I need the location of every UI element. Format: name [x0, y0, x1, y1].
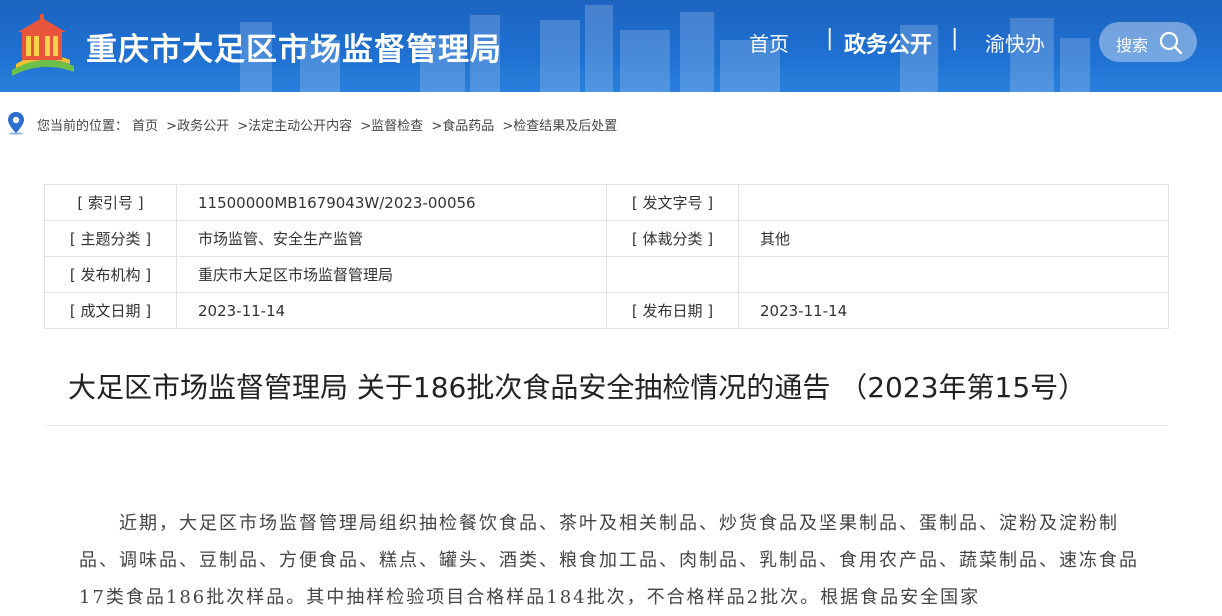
meta-key: [ 主题分类 ] [44, 220, 177, 257]
meta-key: [ 索引号 ] [44, 184, 177, 221]
meta-value: 重庆市大足区市场监督管理局 [176, 256, 607, 293]
breadcrumb-item-gov[interactable]: >政务公开 [166, 119, 229, 134]
meta-key: [ 发文字号 ] [606, 184, 739, 221]
meta-key: [ 成文日期 ] [44, 292, 177, 329]
table-row: [ 发布机构 ] 重庆市大足区市场监督管理局 [44, 256, 1169, 293]
document-body-paragraph: 近期，大足区市场监督管理局组织抽检餐饮食品、茶叶及相关制品、炒货食品及坚果制品、… [79, 513, 1139, 608]
search-button[interactable]: 搜索 [1099, 22, 1197, 62]
meta-key [606, 256, 739, 293]
meta-key: [ 发布机构 ] [44, 256, 177, 293]
breadcrumb: 您当前的位置： 首页 >政务公开 >法定主动公开内容 >监督检查 >食品药品 >检… [0, 108, 1222, 138]
breadcrumb-trail: 您当前的位置： 首页 >政务公开 >法定主动公开内容 >监督检查 >食品药品 >检… [37, 115, 621, 134]
meta-key: [ 体裁分类 ] [606, 220, 739, 257]
nav-gov-affairs-link[interactable]: 政务公开 [844, 27, 932, 58]
site-header: 重庆市大足区市场监督管理局 首页 | 政务公开 | 渝快办 搜索 [0, 0, 1222, 92]
nav-separator: | [951, 26, 959, 51]
title-divider [46, 425, 1167, 426]
breadcrumb-prefix: 您当前的位置： [37, 119, 129, 134]
breadcrumb-item-food-drug[interactable]: >食品药品 [431, 119, 494, 134]
nav-separator: | [826, 26, 834, 51]
breadcrumb-item-results[interactable]: >检查结果及后处置 [502, 119, 617, 134]
document-meta-table: [ 索引号 ] 11500000MB1679043W/2023-00056 [ … [44, 184, 1169, 329]
meta-value: 11500000MB1679043W/2023-00056 [176, 184, 607, 221]
document-title: 大足区市场监督管理局 关于186批次食品安全抽检情况的通告 （2023年第15号… [68, 371, 1087, 404]
meta-value [738, 256, 1169, 293]
meta-value [738, 184, 1169, 221]
breadcrumb-item-home[interactable]: 首页 [132, 119, 158, 134]
meta-value: 2023-11-14 [738, 292, 1169, 329]
nav-home-link[interactable]: 首页 [749, 28, 789, 58]
search-label: 搜索 [1116, 36, 1149, 55]
search-icon [1159, 31, 1183, 55]
table-row: [ 索引号 ] 11500000MB1679043W/2023-00056 [ … [44, 184, 1169, 221]
breadcrumb-item-supervision[interactable]: >监督检查 [360, 119, 423, 134]
nav-yukuaiban-link[interactable]: 渝快办 [985, 28, 1045, 58]
table-row: [ 成文日期 ] 2023-11-14 [ 发布日期 ] 2023-11-14 [44, 292, 1169, 329]
meta-value: 市场监管、安全生产监管 [176, 220, 607, 257]
table-row: [ 主题分类 ] 市场监管、安全生产监管 [ 体裁分类 ] 其他 [44, 220, 1169, 257]
breadcrumb-item-legal[interactable]: >法定主动公开内容 [237, 119, 352, 134]
meta-value: 其他 [738, 220, 1169, 257]
site-logo[interactable] [8, 12, 76, 78]
site-title[interactable]: 重庆市大足区市场监督管理局 [86, 24, 502, 69]
location-pin-icon [8, 112, 24, 135]
meta-key: [ 发布日期 ] [606, 292, 739, 329]
meta-value: 2023-11-14 [176, 292, 607, 329]
